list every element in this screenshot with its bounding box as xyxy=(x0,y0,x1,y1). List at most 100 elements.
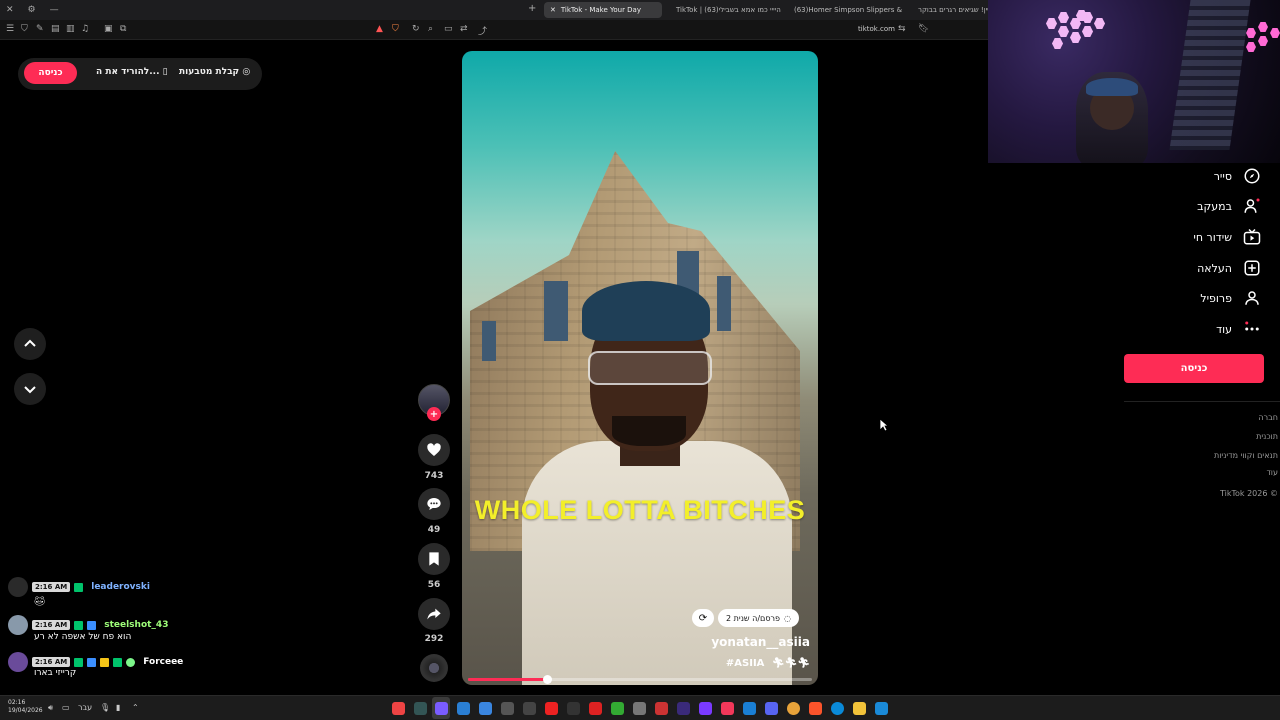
taskbar-app-icon[interactable] xyxy=(677,702,690,715)
settings-icon[interactable]: ⚙ xyxy=(28,5,36,15)
taskbar-app-icon[interactable] xyxy=(611,702,624,715)
hashtag-text: #ASIIA xyxy=(725,658,765,669)
taskbar-app-icon[interactable] xyxy=(414,702,427,715)
gift-badge-icon xyxy=(126,657,136,667)
comment-button[interactable] xyxy=(418,488,450,520)
follow-button[interactable]: + xyxy=(427,407,441,421)
swap-icon[interactable]: ⇆ xyxy=(898,24,906,34)
chat-username[interactable]: Forceee xyxy=(143,657,183,667)
taskbar-app-icon[interactable] xyxy=(721,702,734,715)
vpn-icon[interactable]: ▲ xyxy=(376,24,383,34)
footer-terms-link[interactable]: תנאים וקווי מדיניות xyxy=(1214,451,1278,460)
repost-pill[interactable]: 2 פרסם/ה שנית ◌ xyxy=(718,609,800,627)
repost-button[interactable]: ⟳ xyxy=(692,609,714,627)
sidebar-item-profile[interactable]: פרופיל xyxy=(1200,286,1262,310)
footer-company-link[interactable]: חברה xyxy=(1258,413,1278,422)
taskbar-app-icon[interactable] xyxy=(699,702,712,715)
next-video-button[interactable] xyxy=(14,373,46,405)
save-button[interactable] xyxy=(418,543,450,575)
window-blind xyxy=(1169,0,1251,150)
taskbar-app-icon[interactable] xyxy=(655,702,668,715)
share-button[interactable] xyxy=(418,598,450,630)
network-icon[interactable]: ▭ xyxy=(62,703,70,712)
share-count: 292 xyxy=(424,634,444,644)
sidebar-item-label: סייר xyxy=(1213,169,1232,183)
login-button-sidebar[interactable]: כניסה xyxy=(1124,354,1264,383)
taskbar-app-icon[interactable] xyxy=(765,702,778,715)
sidebar-item-live[interactable]: שידור חי xyxy=(1193,225,1262,249)
taskbar-app-icon[interactable] xyxy=(633,702,646,715)
language-indicator[interactable]: עבר xyxy=(78,703,92,712)
layout-icon[interactable]: ▥ xyxy=(66,24,75,34)
music-disc[interactable] xyxy=(420,654,448,682)
video-author[interactable]: yonatan__asiia xyxy=(711,635,810,649)
screenshot-icon[interactable]: ▣ xyxy=(104,24,113,34)
chat-username[interactable]: steelshot_43 xyxy=(104,620,168,630)
get-coins-button[interactable]: קבלת מטבעות ◎ xyxy=(179,67,250,77)
taskbar-app-icon[interactable] xyxy=(545,702,558,715)
windows-start-icon[interactable] xyxy=(875,702,888,715)
reload-icon[interactable]: ↻ xyxy=(412,24,420,34)
sidebar-item-explore[interactable]: סייר xyxy=(1214,164,1262,188)
avatar xyxy=(8,615,28,635)
sidebar-item-more[interactable]: עוד xyxy=(1216,317,1262,341)
verified-badge-icon xyxy=(113,657,123,667)
taskbar-app-icon[interactable] xyxy=(567,702,580,715)
sidebar-icon[interactable]: ▤ xyxy=(51,24,60,34)
taskbar-app-icon[interactable] xyxy=(501,702,514,715)
url-text[interactable]: tiktok.com xyxy=(858,25,895,33)
close-tab-icon[interactable]: ✕ xyxy=(550,6,556,14)
edge-icon[interactable] xyxy=(831,702,844,715)
video-player[interactable]: WHOLE LOTTA BITCHES ⟳ 2 פרסם/ה שנית ◌ yo… xyxy=(462,51,818,685)
taskbar-app-icon[interactable] xyxy=(743,702,756,715)
sidebar-item-following[interactable]: במעקב xyxy=(1197,194,1262,218)
file-explorer-icon[interactable] xyxy=(853,702,866,715)
brave-shield-icon[interactable]: ⛉ xyxy=(392,24,399,34)
previous-video-button[interactable] xyxy=(14,328,46,360)
system-clock[interactable]: 02:16 19/04/2026 xyxy=(8,699,43,715)
tab-other[interactable]: הסופיין! שגיאים רגרים בבוקר xyxy=(912,2,988,18)
like-button[interactable] xyxy=(418,434,450,466)
taskbar-app-icon[interactable] xyxy=(435,702,448,715)
tab-tiktok-2[interactable]: TikTok | (63)היייי כמו אמא בשבילי ## xyxy=(670,2,782,18)
zoom-icon[interactable]: ⌕ xyxy=(428,24,433,34)
login-button-top[interactable]: כניסה xyxy=(24,62,77,84)
menu-icon[interactable]: ☰ xyxy=(6,24,14,34)
close-window-icon[interactable]: ✕ xyxy=(6,5,14,15)
emote-icon: 🐸︎ xyxy=(34,597,46,607)
bookmark-icon xyxy=(429,552,439,566)
shield-icon[interactable]: ⛉ xyxy=(21,24,28,34)
video-progress-bar[interactable] xyxy=(468,675,812,684)
translate-icon[interactable]: ⇄ xyxy=(460,24,468,34)
mic-icon[interactable]: 🎙︎ xyxy=(100,703,110,712)
sidebar-item-label: שידור חי xyxy=(1193,230,1232,244)
tray-expand-icon[interactable]: ⌃ xyxy=(132,703,139,712)
chat-username[interactable]: leaderovski xyxy=(91,582,150,592)
taskbar-app-icon[interactable] xyxy=(457,702,470,715)
reader-icon[interactable]: ▭ xyxy=(444,24,453,34)
tab-homer[interactable]: (63)Homer Simpson Slippers & More xyxy=(788,2,904,18)
upload-plus-icon xyxy=(1242,258,1262,278)
minimize-icon[interactable]: — xyxy=(50,5,59,15)
share-icon[interactable]: ⤴ xyxy=(478,24,487,37)
extensions-icon[interactable]: ⧉ xyxy=(120,24,126,34)
taskbar-app-icon[interactable] xyxy=(523,702,536,715)
music-icon[interactable]: ♫ xyxy=(81,24,89,34)
taskbar-app-icon[interactable] xyxy=(479,702,492,715)
download-app-button[interactable]: להוריד את ה... ▯ xyxy=(96,67,168,77)
footer-program-link[interactable]: תוכנית xyxy=(1256,432,1278,441)
taskbar-app-icon[interactable] xyxy=(392,702,405,715)
profile-icon xyxy=(1242,288,1262,308)
brave-icon[interactable] xyxy=(809,702,822,715)
new-tab-button[interactable]: + xyxy=(528,3,536,14)
video-hashtag[interactable]: #ASIIA 🏃︎🏃︎🏃︎ xyxy=(726,658,810,669)
sidebar-item-upload[interactable]: העלאה xyxy=(1197,256,1262,280)
pin-icon[interactable]: ✎ xyxy=(36,24,44,34)
taskbar-app-icon[interactable] xyxy=(589,702,602,715)
tab-tiktok[interactable]: ✕ TikTok - Make Your Day xyxy=(544,2,662,18)
chrome-icon[interactable] xyxy=(787,702,800,715)
tray-app-icon[interactable]: ▮ xyxy=(116,703,120,712)
footer-more-link[interactable]: עוד xyxy=(1266,468,1278,477)
bookmark-icon[interactable]: 🔖︎ xyxy=(918,24,929,34)
volume-icon[interactable]: 🔊︎ xyxy=(48,703,53,713)
